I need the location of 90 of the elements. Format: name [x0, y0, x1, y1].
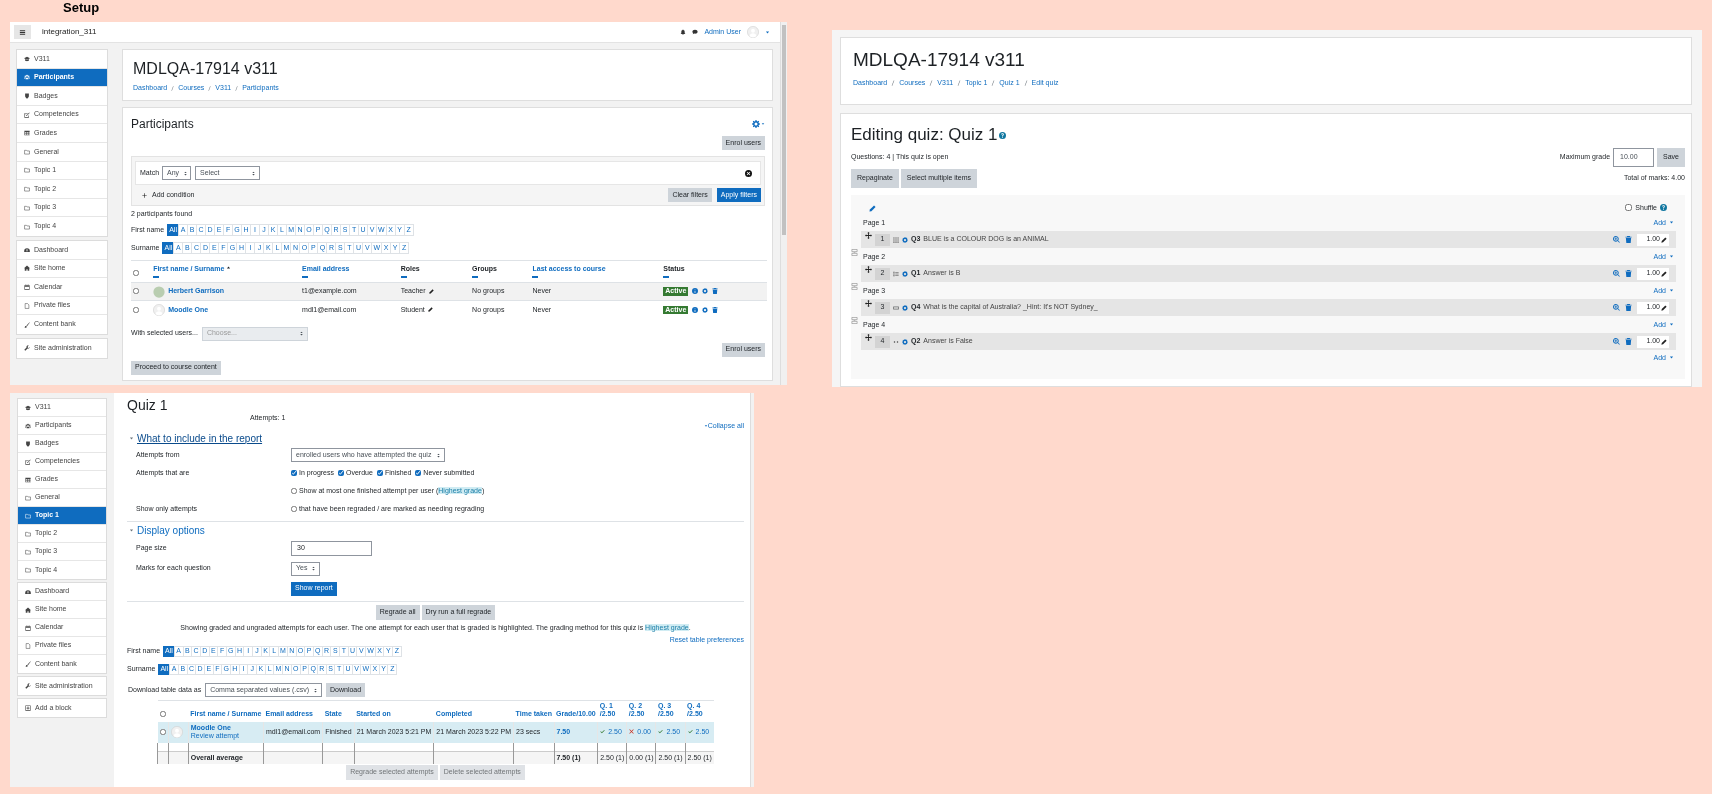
collapse-icon[interactable] [472, 276, 479, 279]
caret-icon [1669, 322, 1674, 328]
bell-icon[interactable] [680, 29, 687, 35]
section-heading: Setup [63, 0, 100, 15]
sort-arrow-icon [226, 265, 232, 270]
preview-icon[interactable] [1613, 270, 1620, 277]
collapse-icon[interactable] [663, 276, 670, 279]
move-icon[interactable] [865, 266, 872, 273]
trash-icon[interactable] [712, 306, 719, 313]
slash-icon [990, 80, 997, 87]
trash-icon[interactable] [1625, 338, 1632, 345]
caret-icon [1669, 254, 1674, 260]
chat-icon[interactable] [692, 29, 699, 35]
trash-icon[interactable] [712, 288, 719, 295]
checkbox[interactable] [291, 488, 297, 494]
checkbox[interactable] [415, 470, 422, 476]
updown-arrow-icon [313, 687, 318, 693]
settings-icon[interactable] [702, 306, 709, 313]
checkbox[interactable] [291, 506, 297, 512]
pencil-icon[interactable] [428, 289, 434, 294]
gear-icon[interactable] [752, 120, 760, 128]
menu-button[interactable] [14, 25, 31, 39]
slash-icon [234, 85, 240, 91]
row-checkbox[interactable] [159, 728, 166, 735]
updown-arrow-icon [183, 170, 189, 176]
pencil-icon [1661, 236, 1667, 243]
page-title: Participants [131, 118, 194, 130]
trash-icon[interactable] [1625, 236, 1632, 243]
settings-icon[interactable] [902, 338, 908, 345]
course-title: MDLQA-17914 v311 [853, 48, 1026, 72]
course-title: MDLQA-17914 v311 [133, 59, 279, 79]
row-checkbox[interactable] [133, 288, 139, 295]
settings-icon[interactable] [902, 236, 908, 243]
pencil-icon [1661, 304, 1667, 311]
move-icon[interactable] [865, 232, 872, 239]
collapse-icon[interactable] [400, 276, 407, 279]
settings-icon[interactable] [902, 304, 908, 311]
collapse-icon[interactable] [153, 276, 160, 279]
caret-icon [1669, 220, 1674, 226]
updown-arrow-icon [436, 452, 441, 458]
collapse-icon[interactable] [532, 276, 539, 279]
caret-icon[interactable] [129, 528, 134, 533]
checkbox[interactable] [338, 470, 345, 476]
slash-icon [956, 80, 963, 87]
trash-icon[interactable] [1625, 270, 1632, 277]
select-all-checkbox[interactable] [159, 711, 166, 718]
slash-icon [1022, 80, 1029, 87]
preview-icon[interactable] [1613, 236, 1620, 243]
caret-icon[interactable] [129, 436, 134, 441]
section-toggle[interactable]: Display options [137, 525, 205, 536]
slash-icon [207, 85, 213, 91]
slash-icon [170, 85, 176, 91]
site-name[interactable]: integration_311 [42, 27, 97, 37]
preview-icon[interactable] [1613, 338, 1620, 345]
updown-arrow-icon [298, 331, 304, 336]
settings-icon[interactable] [902, 270, 908, 277]
section-toggle[interactable]: What to include in the report [137, 433, 263, 444]
trash-icon[interactable] [1625, 304, 1632, 311]
info-icon[interactable] [692, 288, 699, 295]
info-icon[interactable] [692, 306, 699, 313]
menu-icon [19, 28, 26, 36]
help-icon[interactable] [999, 131, 1007, 139]
shuffle-checkbox[interactable] [1625, 204, 1633, 212]
collapse-icon[interactable] [302, 276, 309, 279]
updown-arrow-icon [311, 566, 317, 571]
settings-icon[interactable] [702, 288, 709, 295]
pencil-icon[interactable] [427, 307, 433, 313]
pencil-icon [1661, 270, 1667, 277]
help-icon[interactable] [1660, 204, 1667, 212]
plus-icon[interactable] [142, 192, 147, 198]
select-all-checkbox[interactable] [133, 269, 139, 276]
scrollbar[interactable] [750, 393, 754, 787]
close-icon[interactable] [745, 169, 752, 177]
move-icon[interactable] [865, 334, 872, 341]
caret-icon [1669, 288, 1674, 294]
caret-icon[interactable] [761, 122, 765, 126]
caret-icon[interactable] [765, 29, 770, 35]
updown-arrow-icon [251, 170, 257, 176]
checkbox[interactable] [291, 470, 297, 476]
move-icon[interactable] [865, 300, 872, 307]
row-checkbox[interactable] [133, 306, 139, 313]
preview-icon[interactable] [1613, 304, 1620, 311]
slash-icon [890, 80, 897, 87]
page-title: Editing quiz: Quiz 1 [851, 124, 998, 146]
checkbox[interactable] [376, 470, 383, 476]
scrollbar[interactable] [780, 22, 787, 385]
slash-icon [928, 80, 935, 87]
page-title: Quiz 1 [127, 397, 169, 413]
caret-icon [1669, 355, 1674, 361]
pencil-icon [1661, 338, 1667, 345]
